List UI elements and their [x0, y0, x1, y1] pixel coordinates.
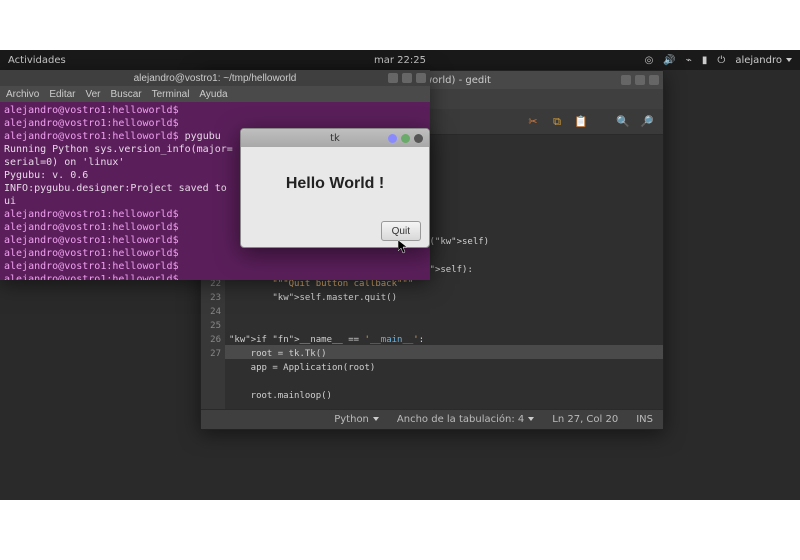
- code-line: [229, 319, 659, 333]
- close-button[interactable]: [416, 73, 426, 83]
- maximize-button[interactable]: [635, 75, 645, 85]
- cut-icon[interactable]: ✂: [525, 114, 541, 130]
- terminal-menu-item[interactable]: Ver: [85, 89, 100, 100]
- status-tabwidth[interactable]: Ancho de la tabulación: 4: [397, 414, 534, 425]
- maximize-button[interactable]: [401, 134, 410, 143]
- tk-body: Hello World !: [241, 147, 429, 221]
- status-language[interactable]: Python: [334, 414, 379, 425]
- hello-label: Hello World !: [286, 175, 384, 193]
- user-menu[interactable]: alejandro: [735, 55, 792, 66]
- tk-window: tk Hello World ! Quit: [240, 128, 430, 248]
- maximize-button[interactable]: [402, 73, 412, 83]
- minimize-button[interactable]: [621, 75, 631, 85]
- close-button[interactable]: [649, 75, 659, 85]
- code-line: [229, 375, 659, 389]
- gnome-topbar: Actividades mar 22:25 ◎ 🔊 ⌁ ▮ ⏻ alejandr…: [0, 50, 800, 70]
- terminal-line: alejandro@vostro1:helloworld$: [4, 273, 426, 280]
- terminal-menubar: Archivo Editar Ver Buscar Terminal Ayuda: [0, 86, 430, 102]
- terminal-menu-item[interactable]: Archivo: [6, 89, 39, 100]
- line-number: 25: [201, 319, 221, 333]
- terminal-line: alejandro@vostro1:helloworld$: [4, 260, 426, 273]
- tk-title: tk: [330, 133, 340, 144]
- code-line: "kw">if "fn">__name__ == '__main__':: [229, 333, 659, 347]
- minimize-button[interactable]: [388, 73, 398, 83]
- terminal-menu-item[interactable]: Buscar: [111, 89, 142, 100]
- terminal-menu-item[interactable]: Terminal: [152, 89, 190, 100]
- status-position: Ln 27, Col 20: [552, 414, 618, 425]
- gedit-statusbar: Python Ancho de la tabulación: 4 Ln 27, …: [201, 409, 663, 429]
- close-button[interactable]: [414, 134, 423, 143]
- code-line: "kw">self.master.quit(): [229, 291, 659, 305]
- code-line: [229, 305, 659, 319]
- search-icon[interactable]: 🔍: [615, 114, 631, 130]
- quit-button[interactable]: Quit: [381, 221, 421, 241]
- code-line: app = Application(root): [229, 361, 659, 375]
- terminal-menu-item[interactable]: Ayuda: [199, 89, 227, 100]
- terminal-line: alejandro@vostro1:helloworld$: [4, 247, 426, 260]
- line-number: 27: [201, 347, 221, 361]
- status-mode: INS: [636, 414, 653, 425]
- clock[interactable]: mar 22:25: [374, 55, 426, 66]
- copy-icon[interactable]: ⧉: [549, 114, 565, 130]
- replace-icon[interactable]: 🔎: [639, 114, 655, 130]
- code-line: root.mainloop(): [229, 389, 659, 403]
- line-number: 24: [201, 305, 221, 319]
- line-number: 26: [201, 333, 221, 347]
- code-line: root = tk.Tk(): [229, 347, 659, 361]
- terminal-menu-item[interactable]: Editar: [49, 89, 75, 100]
- minimize-button[interactable]: [388, 134, 397, 143]
- volume-icon[interactable]: 🔊: [663, 55, 675, 66]
- accessibility-icon[interactable]: ◎: [645, 55, 654, 66]
- terminal-line: alejandro@vostro1:helloworld$: [4, 104, 426, 117]
- power-icon[interactable]: ⏻: [717, 55, 725, 66]
- bluetooth-icon[interactable]: ⌁: [686, 55, 692, 66]
- activities-button[interactable]: Actividades: [8, 55, 66, 66]
- terminal-title: alejandro@vostro1: ~/tmp/helloworld: [134, 73, 297, 84]
- battery-icon[interactable]: ▮: [702, 55, 708, 66]
- line-number: 23: [201, 291, 221, 305]
- paste-icon[interactable]: 📋: [573, 114, 589, 130]
- terminal-titlebar[interactable]: alejandro@vostro1: ~/tmp/helloworld: [0, 70, 430, 86]
- tk-titlebar[interactable]: tk: [241, 129, 429, 147]
